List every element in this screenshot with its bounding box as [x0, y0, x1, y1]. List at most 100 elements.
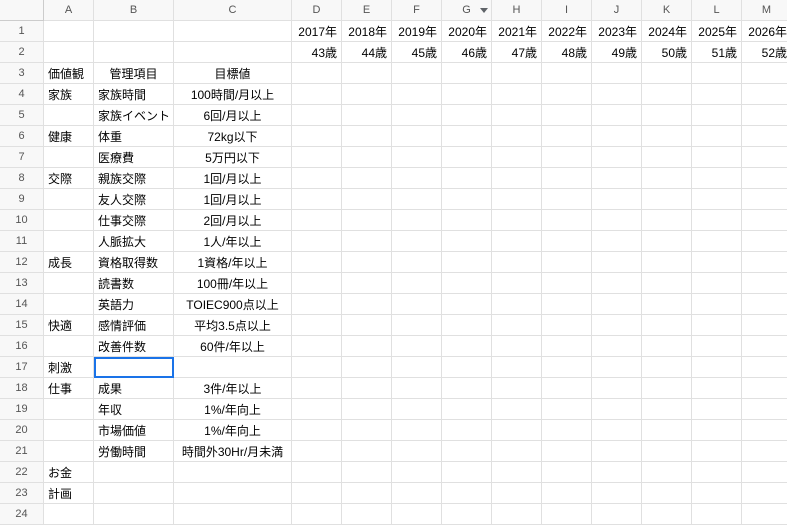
cell-K20[interactable] — [642, 420, 692, 441]
cell-K3[interactable] — [642, 63, 692, 84]
cell-L15[interactable] — [692, 315, 742, 336]
cell-D24[interactable] — [292, 504, 342, 525]
cell-F10[interactable] — [392, 210, 442, 231]
cell-H23[interactable] — [492, 483, 542, 504]
cell-D16[interactable] — [292, 336, 342, 357]
cell-M3[interactable] — [742, 63, 787, 84]
cell-I4[interactable] — [542, 84, 592, 105]
cell-B2[interactable] — [94, 42, 174, 63]
cell-C15[interactable]: 平均3.5点以上 — [174, 315, 292, 336]
cell-D5[interactable] — [292, 105, 342, 126]
cell-G14[interactable] — [442, 294, 492, 315]
cell-M6[interactable] — [742, 126, 787, 147]
cell-I18[interactable] — [542, 378, 592, 399]
cell-G6[interactable] — [442, 126, 492, 147]
cell-C18[interactable]: 3件/年以上 — [174, 378, 292, 399]
cell-A23[interactable]: 計画 — [44, 483, 94, 504]
cell-B11[interactable]: 人脈拡大 — [94, 231, 174, 252]
cell-I6[interactable] — [542, 126, 592, 147]
cell-I23[interactable] — [542, 483, 592, 504]
cell-G23[interactable] — [442, 483, 492, 504]
cell-F5[interactable] — [392, 105, 442, 126]
cell-D23[interactable] — [292, 483, 342, 504]
cell-D11[interactable] — [292, 231, 342, 252]
cell-E21[interactable] — [342, 441, 392, 462]
cell-F19[interactable] — [392, 399, 442, 420]
row-header-21[interactable]: 21 — [0, 441, 44, 462]
cell-C12[interactable]: 1資格/年以上 — [174, 252, 292, 273]
cell-A13[interactable] — [44, 273, 94, 294]
cell-E3[interactable] — [342, 63, 392, 84]
row-header-18[interactable]: 18 — [0, 378, 44, 399]
cell-K14[interactable] — [642, 294, 692, 315]
cell-M17[interactable] — [742, 357, 787, 378]
cell-K11[interactable] — [642, 231, 692, 252]
cell-I16[interactable] — [542, 336, 592, 357]
cell-G24[interactable] — [442, 504, 492, 525]
cell-F16[interactable] — [392, 336, 442, 357]
cell-F1[interactable]: 2019年 — [392, 21, 442, 42]
cell-E14[interactable] — [342, 294, 392, 315]
cell-A15[interactable]: 快適 — [44, 315, 94, 336]
cell-C17[interactable] — [174, 357, 292, 378]
cell-H16[interactable] — [492, 336, 542, 357]
col-header-A[interactable]: A — [44, 0, 94, 21]
cell-C1[interactable] — [174, 21, 292, 42]
cell-I24[interactable] — [542, 504, 592, 525]
cell-K4[interactable] — [642, 84, 692, 105]
cell-D14[interactable] — [292, 294, 342, 315]
cell-A19[interactable] — [44, 399, 94, 420]
cell-L6[interactable] — [692, 126, 742, 147]
cell-A12[interactable]: 成長 — [44, 252, 94, 273]
cell-E8[interactable] — [342, 168, 392, 189]
cell-B14[interactable]: 英語力 — [94, 294, 174, 315]
cell-L18[interactable] — [692, 378, 742, 399]
cell-I21[interactable] — [542, 441, 592, 462]
cell-J3[interactable] — [592, 63, 642, 84]
cell-F22[interactable] — [392, 462, 442, 483]
cell-I7[interactable] — [542, 147, 592, 168]
cell-G17[interactable] — [442, 357, 492, 378]
cell-M8[interactable] — [742, 168, 787, 189]
cell-L4[interactable] — [692, 84, 742, 105]
cell-F13[interactable] — [392, 273, 442, 294]
row-header-8[interactable]: 8 — [0, 168, 44, 189]
cell-F11[interactable] — [392, 231, 442, 252]
cell-L3[interactable] — [692, 63, 742, 84]
cell-B9[interactable]: 友人交際 — [94, 189, 174, 210]
cell-A5[interactable] — [44, 105, 94, 126]
cell-M4[interactable] — [742, 84, 787, 105]
cell-J7[interactable] — [592, 147, 642, 168]
cell-B13[interactable]: 読書数 — [94, 273, 174, 294]
cell-I9[interactable] — [542, 189, 592, 210]
cell-M23[interactable] — [742, 483, 787, 504]
cell-K6[interactable] — [642, 126, 692, 147]
cell-H19[interactable] — [492, 399, 542, 420]
cell-A4[interactable]: 家族 — [44, 84, 94, 105]
cell-M22[interactable] — [742, 462, 787, 483]
cell-L10[interactable] — [692, 210, 742, 231]
row-header-5[interactable]: 5 — [0, 105, 44, 126]
cell-B6[interactable]: 体重 — [94, 126, 174, 147]
cell-J12[interactable] — [592, 252, 642, 273]
cell-E5[interactable] — [342, 105, 392, 126]
col-header-C[interactable]: C — [174, 0, 292, 21]
cell-F7[interactable] — [392, 147, 442, 168]
row-header-23[interactable]: 23 — [0, 483, 44, 504]
cell-M1[interactable]: 2026年 — [742, 21, 787, 42]
cell-G19[interactable] — [442, 399, 492, 420]
cell-I3[interactable] — [542, 63, 592, 84]
cell-K2[interactable]: 50歳 — [642, 42, 692, 63]
cell-C19[interactable]: 1%/年向上 — [174, 399, 292, 420]
row-header-13[interactable]: 13 — [0, 273, 44, 294]
cell-E13[interactable] — [342, 273, 392, 294]
cell-K5[interactable] — [642, 105, 692, 126]
cell-M19[interactable] — [742, 399, 787, 420]
cell-D19[interactable] — [292, 399, 342, 420]
cell-L16[interactable] — [692, 336, 742, 357]
cell-I2[interactable]: 48歳 — [542, 42, 592, 63]
cell-B20[interactable]: 市場価値 — [94, 420, 174, 441]
cell-F14[interactable] — [392, 294, 442, 315]
cell-M14[interactable] — [742, 294, 787, 315]
cell-K8[interactable] — [642, 168, 692, 189]
